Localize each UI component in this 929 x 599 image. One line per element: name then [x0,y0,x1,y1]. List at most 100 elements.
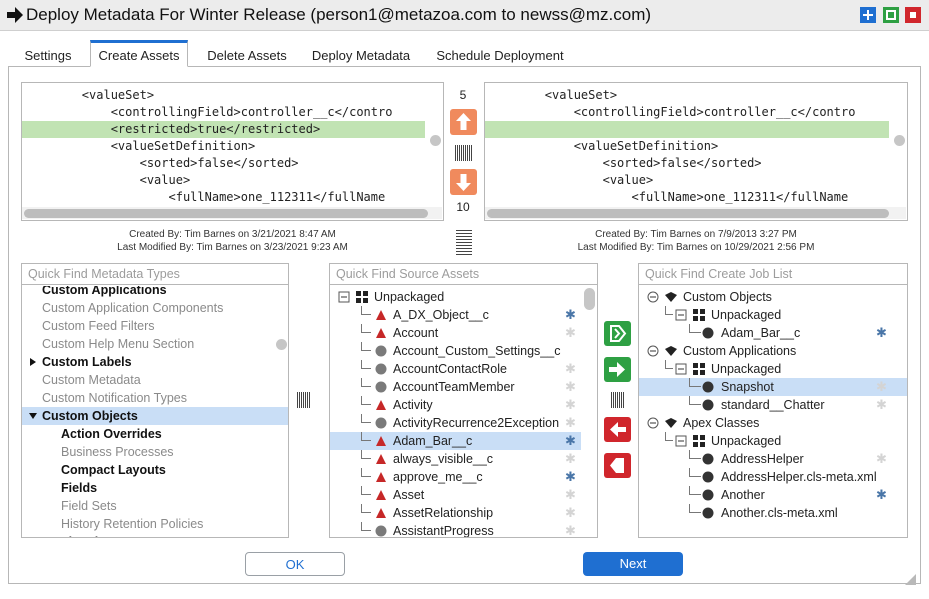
metadata-type-item[interactable]: Custom Notification Types [22,389,288,407]
metadata-type-label: Action Overrides [61,427,162,441]
metadata-types-scroll-handle[interactable] [276,339,287,350]
tree-line [361,306,371,315]
unchanged-star-icon: ✱ [565,397,576,412]
source-asset-item[interactable]: Asset ✱ [330,486,581,504]
unchanged-star-icon: ✱ [565,415,576,430]
source-modified-by: Last Modified By: Tim Barnes on 3/23/202… [117,242,348,253]
panel-splitter-grip-2[interactable] [611,392,625,408]
code-line: <sorted>false</sorted> [24,156,299,170]
source-assets-scroll-thumb[interactable] [584,288,595,310]
metadata-type-item[interactable]: Compact Layouts [22,461,288,479]
metadata-type-item[interactable]: List Views [22,533,288,537]
job-list-label: AddressHelper [721,452,804,466]
create-job-search-input[interactable]: Quick Find Create Job List [639,264,907,285]
source-asset-label: A_DX_Object__c [393,308,489,322]
add-selected-button[interactable] [604,357,631,382]
source-asset-item[interactable]: Adam_Bar__c ✱ [330,432,581,450]
job-list-item[interactable]: Custom Objects [639,288,907,306]
tab-create-assets[interactable]: Create Assets [90,40,188,67]
metadata-type-item[interactable]: Custom Application Components [22,299,288,317]
metadata-types-list: Custom Applications Custom Application Co… [22,286,288,537]
source-assets-search-input[interactable]: Quick Find Source Assets [330,264,597,285]
metadata-type-item[interactable]: Custom Labels [22,353,288,371]
job-list-item[interactable]: AddressHelper.cls-meta.xml [639,468,907,486]
source-asset-item[interactable]: Account ✱ [330,324,581,342]
metadata-type-item[interactable]: Custom Metadata [22,371,288,389]
target-code-hscrollbar[interactable] [485,207,906,219]
tree-line [361,396,371,405]
source-asset-item[interactable]: AssistantProgress ✱ [330,522,581,537]
code-panels-splitter-grip[interactable] [455,145,473,161]
changed-star-icon: ✱ [565,307,576,322]
source-code-hscrollbar[interactable] [22,207,442,219]
job-list-item[interactable]: Unpackaged [639,432,907,450]
job-list-item[interactable]: Adam_Bar__c ✱ [639,324,907,342]
source-asset-item[interactable]: A_DX_Object__c ✱ [330,306,581,324]
job-list-item[interactable]: Custom Applications [639,342,907,360]
target-code-vscroll-handle[interactable] [894,135,905,146]
tab-schedule-deployment[interactable]: Schedule Deployment [428,41,572,67]
horizontal-splitter-grip[interactable] [456,229,472,255]
panel-splitter-grip[interactable] [297,392,311,408]
tab-delete-assets[interactable]: Delete Assets [198,41,296,67]
source-asset-item[interactable]: approve_me__c ✱ [330,468,581,486]
source-code-vscroll-handle[interactable] [430,135,441,146]
tree-line [361,342,371,351]
metadata-type-label: History Retention Policies [61,517,204,531]
job-list-item[interactable]: Snapshot ✱ [639,378,907,396]
remove-selected-button[interactable] [604,417,631,442]
job-list-item[interactable]: standard__Chatter ✱ [639,396,907,414]
metadata-type-item[interactable]: Action Overrides [22,425,288,443]
resize-grip-icon[interactable] [903,572,917,586]
tree-line [689,450,701,459]
metadata-type-item[interactable]: History Retention Policies [22,515,288,533]
tab-settings[interactable]: Settings [15,41,81,67]
close-button[interactable] [905,7,921,23]
target-code-view[interactable]: <valueSet> <controllingField>controller_… [484,82,908,221]
tab-deploy-metadata[interactable]: Deploy Metadata [303,41,419,67]
source-asset-item[interactable]: Account_Custom_Settings__c [330,342,581,360]
source-code-view[interactable]: <valueSet> <controllingField>controller_… [21,82,444,221]
previous-diff-button[interactable] [450,109,477,135]
metadata-type-item[interactable]: Custom Help Menu Section [22,335,288,353]
source-asset-item[interactable]: AssetRelationship ✱ [330,504,581,522]
source-asset-item[interactable]: Activity ✱ [330,396,581,414]
source-asset-item[interactable]: ActivityRecurrence2Exception ✱ [330,414,581,432]
code-line: <controllingField>controller__c</contro [487,105,856,119]
metadata-type-item[interactable]: Custom Applications [22,286,288,299]
job-list-item[interactable]: Another ✱ [639,486,907,504]
next-button[interactable]: Next [583,552,683,576]
metadata-type-item[interactable]: Business Processes [22,443,288,461]
job-list-item[interactable]: AddressHelper ✱ [639,450,907,468]
add-all-button[interactable] [604,321,631,346]
restore-button[interactable] [883,7,899,23]
remove-all-button[interactable] [604,453,631,478]
ok-button[interactable]: OK [245,552,345,576]
source-asset-label: Activity [393,398,433,412]
job-list-label: Unpackaged [711,362,782,376]
metadata-types-search-input[interactable]: Quick Find Metadata Types [22,264,288,285]
source-asset-item[interactable]: AccountTeamMember ✱ [330,378,581,396]
metadata-type-item[interactable]: Custom Objects [22,407,288,425]
code-line: <sorted>false</sorted> [487,156,762,170]
metadata-type-item[interactable]: Fields [22,479,288,497]
maximize-plus-button[interactable] [860,7,876,23]
scroll-thumb[interactable] [24,209,428,218]
scroll-thumb[interactable] [487,209,889,218]
job-list-item[interactable]: Another.cls-meta.xml [639,504,907,522]
source-root-unpackaged[interactable]: Unpackaged [330,288,597,306]
next-diff-button[interactable] [450,169,477,195]
source-asset-item[interactable]: AccountContactRole ✱ [330,360,581,378]
job-list-item[interactable]: Unpackaged [639,360,907,378]
tree-line [361,522,371,531]
metadata-type-item[interactable]: Custom Feed Filters [22,317,288,335]
create-job-list: Custom Objects Unpackaged Adam_Bar__c ✱ Cust… [639,286,907,537]
changed-star-icon: ✱ [565,469,576,484]
job-list-item[interactable]: Unpackaged [639,306,907,324]
job-list-label: AddressHelper.cls-meta.xml [721,470,877,484]
metadata-type-item[interactable]: Field Sets [22,497,288,515]
arrow-down-icon [456,174,471,191]
job-list-item[interactable]: Apex Classes [639,414,907,432]
source-asset-item[interactable]: always_visible__c ✱ [330,450,581,468]
expand-minus-icon [647,345,659,357]
